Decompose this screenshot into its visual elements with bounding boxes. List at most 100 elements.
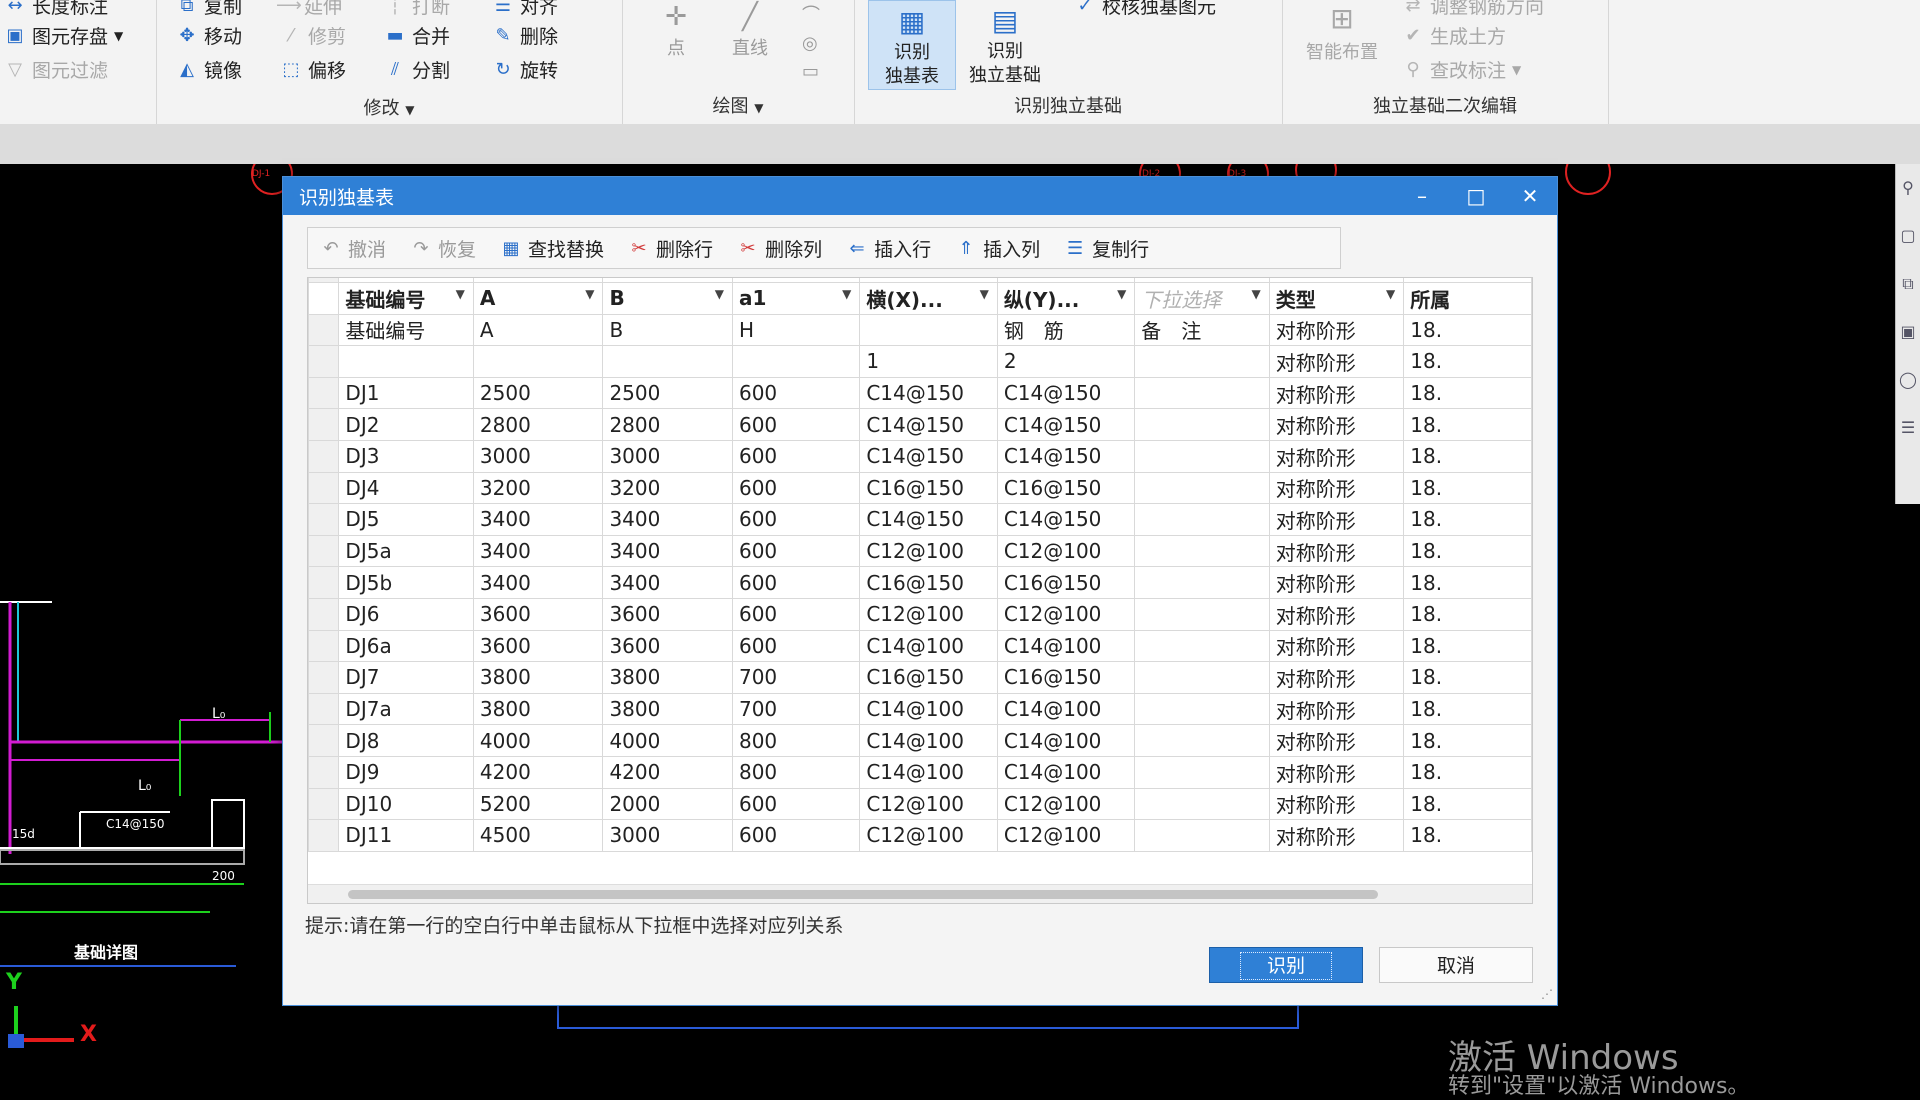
table-cell[interactable] <box>1134 439 1270 473</box>
ribbon-align-button[interactable]: ☰ 对齐 <box>492 0 558 19</box>
table-cell[interactable]: 3800 <box>602 692 733 726</box>
row-header-cell[interactable] <box>308 787 340 821</box>
redo-button[interactable]: ↷ 恢复 <box>398 235 488 262</box>
table-cell[interactable]: 3600 <box>602 597 733 631</box>
list-icon[interactable]: ☰ <box>1896 404 1920 452</box>
table-cell[interactable]: 18. <box>1403 819 1532 852</box>
table-cell[interactable]: C14@150 <box>859 376 998 410</box>
table-cell[interactable]: 对称阶形 <box>1268 597 1405 631</box>
table-cell[interactable]: C14@150 <box>996 408 1136 441</box>
table-cell[interactable]: C12@100 <box>859 787 998 821</box>
table-cell[interactable]: C16@150 <box>859 566 998 599</box>
table-row[interactable]: DJ8 4000 4000 800 C14@100 C14@100 对称阶形 18. <box>308 724 1532 757</box>
row-header-cell[interactable] <box>308 408 340 441</box>
ribbon-copy-button[interactable]: ⧉ 复制 <box>176 0 242 19</box>
column-mapping-dropdown[interactable]: B ▼ <box>602 282 733 315</box>
table-cell[interactable]: DJ2 <box>338 408 474 441</box>
table-cell[interactable]: DJ5a <box>338 534 474 568</box>
table-cell[interactable]: C14@100 <box>996 692 1136 726</box>
table-cell[interactable]: 3400 <box>472 566 604 599</box>
minimize-button[interactable]: – <box>1395 177 1449 215</box>
generate-earthwork-button[interactable]: ✔ 生成土方 <box>1402 22 1506 49</box>
row-header-cell[interactable] <box>308 345 340 378</box>
table-cell[interactable]: A <box>472 313 604 347</box>
table-cell[interactable]: 800 <box>731 755 861 789</box>
table-cell[interactable]: DJ10 <box>338 787 474 821</box>
ribbon-save-element-button[interactable]: ▣ 图元存盘 ▼ <box>4 22 123 49</box>
table-cell[interactable]: 钢 筋 <box>996 313 1136 347</box>
table-cell[interactable]: C14@100 <box>859 724 998 757</box>
insert-row-button[interactable]: ⇐ 插入行 <box>834 235 943 262</box>
table-cell[interactable]: DJ3 <box>338 439 474 473</box>
ribbon-point-button[interactable]: ✛ 点 <box>648 0 704 60</box>
table-cell[interactable]: DJ4 <box>338 471 474 505</box>
table-cell[interactable]: 18. <box>1403 692 1532 726</box>
table-cell[interactable]: 18. <box>1403 629 1532 663</box>
table-cell[interactable]: 3400 <box>602 566 733 599</box>
table-cell[interactable]: C14@100 <box>859 692 998 726</box>
table-cell[interactable]: 600 <box>731 503 861 536</box>
table-cell[interactable]: C16@150 <box>996 661 1136 694</box>
recognize-foundation-button[interactable]: ▤ 识别 独立基础 <box>962 0 1048 88</box>
table-cell[interactable]: 3800 <box>472 661 604 694</box>
table-cell[interactable]: 4200 <box>602 755 733 789</box>
table-cell[interactable]: 3600 <box>472 597 604 631</box>
column-mapping-dropdown[interactable]: 横(X)... ▼ <box>859 282 998 315</box>
box-icon[interactable]: ▣ <box>1896 308 1920 356</box>
table-cell[interactable]: 600 <box>731 597 861 631</box>
ribbon-extend-button[interactable]: ⟶ 延伸 <box>276 0 342 19</box>
table-cell[interactable]: 3800 <box>602 661 733 694</box>
table-cell[interactable]: 对称阶形 <box>1268 534 1405 568</box>
table-cell[interactable]: 3800 <box>472 692 604 726</box>
table-cell[interactable]: C12@100 <box>859 819 998 852</box>
ribbon-break-button[interactable]: ┆ 打断 <box>384 0 450 19</box>
ribbon-trim-button[interactable]: ⁄ 修剪 <box>280 22 346 49</box>
table-cell[interactable] <box>731 345 861 378</box>
table-cell[interactable] <box>1134 755 1270 789</box>
arc-icon[interactable]: ⌒ <box>802 2 820 30</box>
table-row[interactable]: DJ7 3800 3800 700 C16@150 C16@150 对称阶形 18. <box>308 661 1532 694</box>
table-cell[interactable]: C12@100 <box>996 787 1136 821</box>
table-cell[interactable]: C14@100 <box>859 755 998 789</box>
table-cell[interactable]: 5200 <box>472 787 604 821</box>
circle-icon[interactable]: ◯ <box>1896 356 1920 404</box>
table-cell[interactable]: 3000 <box>602 819 733 852</box>
find-replace-button[interactable]: ▦ 查找替换 <box>488 235 616 262</box>
table-cell[interactable]: 对称阶形 <box>1268 376 1405 410</box>
row-header-cell[interactable] <box>308 724 340 757</box>
row-header-cell[interactable] <box>308 755 340 789</box>
table-row[interactable]: DJ5b 3400 3400 600 C16@150 C16@150 对称阶形 18. <box>308 566 1532 599</box>
table-row[interactable]: DJ7a 3800 3800 700 C14@100 C14@100 对称阶形 18. <box>308 692 1532 726</box>
view-icon[interactable]: ⧉ <box>1896 260 1920 308</box>
copy-row-button[interactable]: ☰ 复制行 <box>1052 235 1161 262</box>
table-cell[interactable]: C12@100 <box>996 819 1136 852</box>
table-cell[interactable]: 3400 <box>602 534 733 568</box>
table-cell[interactable] <box>1134 503 1270 536</box>
table-cell[interactable] <box>1134 597 1270 631</box>
table-cell[interactable]: 对称阶形 <box>1268 755 1405 789</box>
check-foundation-button[interactable]: ✓ 校核独基图元 <box>1074 0 1216 19</box>
table-cell[interactable]: 600 <box>731 408 861 441</box>
ribbon-dimension-button[interactable]: ↔ 长度标注 <box>4 0 108 19</box>
table-cell[interactable]: 600 <box>731 471 861 505</box>
row-header-cell[interactable] <box>308 692 340 726</box>
table-cell[interactable]: 2 <box>996 345 1136 378</box>
ribbon-move-button[interactable]: ✥ 移动 <box>176 22 242 49</box>
table-cell[interactable]: C16@150 <box>859 471 998 505</box>
row-header-cell[interactable] <box>308 313 340 347</box>
table-row[interactable]: 基础编号 A B H 钢 筋备 注对称阶形 18. <box>308 313 1532 347</box>
table-cell[interactable]: 对称阶形 <box>1268 503 1405 536</box>
table-cell[interactable] <box>1134 376 1270 410</box>
table-cell[interactable]: 对称阶形 <box>1268 471 1405 505</box>
table-row[interactable]: DJ3 3000 3000 600 C14@150 C14@150 对称阶形 18. <box>308 439 1532 473</box>
table-cell[interactable]: C12@100 <box>859 534 998 568</box>
table-row[interactable]: DJ5a 3400 3400 600 C12@100 C12@100 对称阶形 18. <box>308 534 1532 568</box>
table-cell[interactable]: 600 <box>731 534 861 568</box>
table-row[interactable]: DJ6a 3600 3600 600 C14@100 C14@100 对称阶形 18. <box>308 629 1532 663</box>
table-cell[interactable]: C14@100 <box>996 629 1136 663</box>
table-cell[interactable]: 3200 <box>602 471 733 505</box>
table-cell[interactable] <box>1134 724 1270 757</box>
column-mapping-dropdown[interactable]: 基础编号 ▼ <box>338 282 474 315</box>
table-cell[interactable] <box>1134 566 1270 599</box>
row-header-cell[interactable] <box>308 439 340 473</box>
